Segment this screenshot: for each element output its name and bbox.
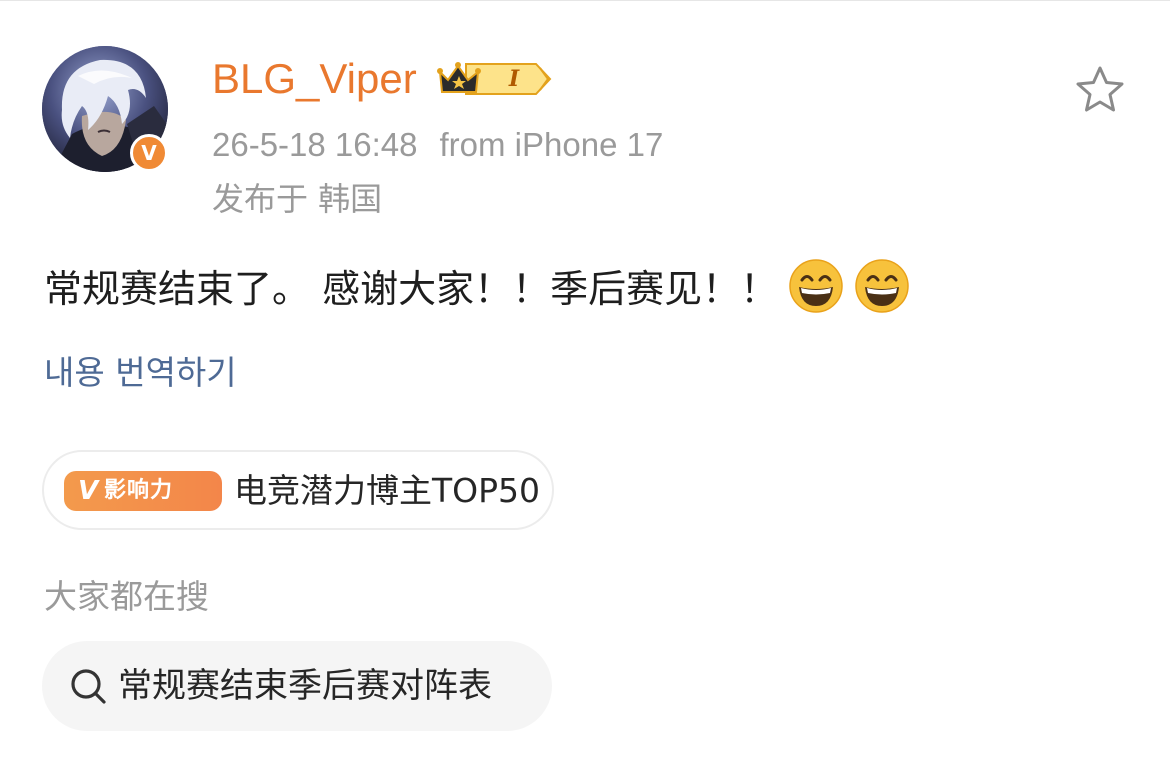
post-meta: 26-5-18 16:48 from iPhone 17 xyxy=(212,124,663,166)
post-body: 常规赛结束了。 感谢大家！！季后赛见！！ xyxy=(44,258,910,319)
influence-v-mark: V xyxy=(78,476,99,506)
post-text: 常规赛结束了。 感谢大家！！季后赛见！！ xyxy=(44,267,779,311)
top-divider xyxy=(0,0,1170,1)
trending-heading: 大家都在搜 xyxy=(44,577,209,616)
grinning-face-icon xyxy=(855,259,909,313)
post-source: from iPhone 17 xyxy=(439,126,664,163)
trending-search-chip[interactable]: 常规赛结束季后赛对阵表 xyxy=(42,641,552,731)
level-label: I xyxy=(508,66,520,92)
influence-badge[interactable]: V 影响力 电竞潜力博主TOP50 xyxy=(42,450,554,530)
post-timestamp: 26-5-18 16:48 xyxy=(212,126,418,163)
translate-link[interactable]: 내용 번역하기 xyxy=(44,350,237,396)
influence-tag-label: 影响力 xyxy=(104,478,174,503)
post-location: 发布于 韩国 xyxy=(212,180,383,218)
verified-badge-icon: V xyxy=(130,134,168,172)
influence-text: 电竞潜力博主TOP50 xyxy=(234,471,541,510)
author-name[interactable]: BLG_Viper xyxy=(212,52,417,106)
grinning-face-icon xyxy=(789,259,843,313)
crown-icon xyxy=(437,62,552,95)
trending-search-query: 常规赛结束季后赛对阵表 xyxy=(118,666,492,706)
level-badge[interactable]: I xyxy=(436,58,552,100)
favorite-star-button[interactable] xyxy=(1074,64,1126,116)
star-outline-icon xyxy=(1076,66,1124,112)
influence-tag: V 影响力 xyxy=(64,471,222,511)
search-icon xyxy=(71,669,106,704)
